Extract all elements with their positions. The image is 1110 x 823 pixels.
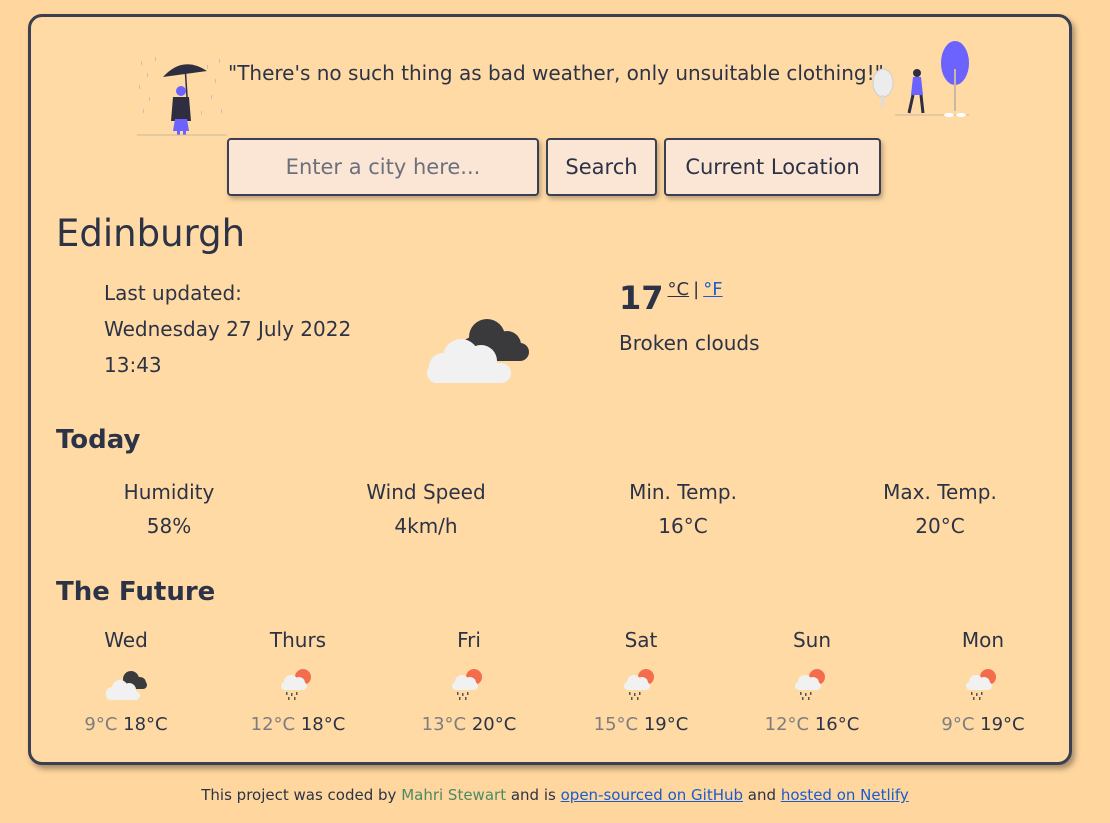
stat-label: Max. Temp. [883,480,997,504]
current-temperature-block: 17 °C | °F [619,279,723,317]
current-location-button[interactable]: Current Location [664,138,881,196]
forecast-day-name: Sun [792,628,832,652]
forecast-min-temp: 12°C [764,714,810,735]
stat-max-temp: Max. Temp. 20°C [840,475,1040,543]
forecast-day: Wed 9°C 18°C [66,627,186,735]
stat-value: 20°C [915,514,965,538]
forecast-day-name: Mon [961,628,1005,652]
forecast-min-temp: 9°C [941,714,975,735]
rain-sun-icon [452,669,482,700]
weather-card: "There's no such thing as bad weather, o… [28,14,1072,765]
last-updated-date: Wednesday 27 July 2022 [104,317,352,341]
stat-wind-speed: Wind Speed 4km/h [326,475,526,543]
forecast-max-temp: 19°C [980,714,1025,735]
last-updated-time: 13:43 [104,353,162,377]
forecast-day-name: Thurs [269,628,327,652]
forecast-max-temp: 20°C [471,714,517,735]
stat-humidity: Humidity 58% [69,475,269,543]
forecast-max-temp: 19°C [643,714,689,735]
current-temperature: 17 [619,279,664,317]
forecast-day-name: Fri [457,628,481,652]
search-button[interactable]: Search [546,138,657,196]
stat-value: 4km/h [394,514,458,538]
forecast-min-temp: 12°C [250,714,296,735]
weather-description: Broken clouds [619,331,760,355]
walking-person-tree-illustration [872,41,969,117]
forecast-max-temp: 18°C [300,714,346,735]
today-title: Today [56,425,141,455]
forecast-min-temp: 13°C [421,714,467,735]
forecast-min-temp: 9°C [84,714,118,735]
forecast-day: Sat 15°C 19°C [581,627,701,735]
footer: This project was coded by Mahri Stewart … [0,786,1110,804]
footer-and: and [747,786,777,804]
unit-separator: | [693,279,700,300]
last-updated-label: Last updated: [104,281,242,305]
author-link[interactable]: Mahri Stewart [401,786,506,804]
quote-text: "There's no such thing as bad weather, o… [228,61,884,85]
footer-middle: and is [510,786,556,804]
forecast-day: Sun 12°C 16°C [752,627,872,735]
stat-value: 58% [146,514,192,538]
stat-label: Humidity [123,480,215,504]
stat-label: Min. Temp. [629,480,737,504]
forecast-max-temp: 18°C [123,714,168,735]
forecast-day: Mon 9°C 19°C [923,627,1043,735]
stat-value: 16°C [658,514,708,538]
forecast-max-temp: 16°C [814,714,860,735]
rain-sun-icon [281,669,311,700]
future-title: The Future [56,577,216,607]
forecast-day-name: Sat [624,628,658,652]
forecast-day-name: Wed [104,628,148,652]
netlify-link[interactable]: hosted on Netlify [781,786,909,804]
city-name: Edinburgh [56,212,246,255]
forecast-day: Thurs 12°C 18°C [238,627,358,735]
fahrenheit-link[interactable]: °F [703,279,722,300]
umbrella-person-illustration [137,57,227,136]
broken-clouds-icon [106,671,147,700]
city-search-input[interactable] [227,138,539,196]
broken-clouds-icon [427,319,529,383]
last-updated: Last updated: Wednesday 27 July 2022 13:… [104,275,351,383]
stat-label: Wind Speed [366,480,486,504]
stat-min-temp: Min. Temp. 16°C [583,475,783,543]
rain-sun-icon [795,669,825,700]
rain-sun-icon [966,669,996,700]
forecast-day: Fri 13°C 20°C [409,627,529,735]
forecast-min-temp: 15°C [593,714,639,735]
footer-prefix: This project was coded by [201,786,397,804]
github-link[interactable]: open-sourced on GitHub [561,786,743,804]
celsius-link[interactable]: °C [668,279,690,300]
rain-sun-icon [624,669,654,700]
